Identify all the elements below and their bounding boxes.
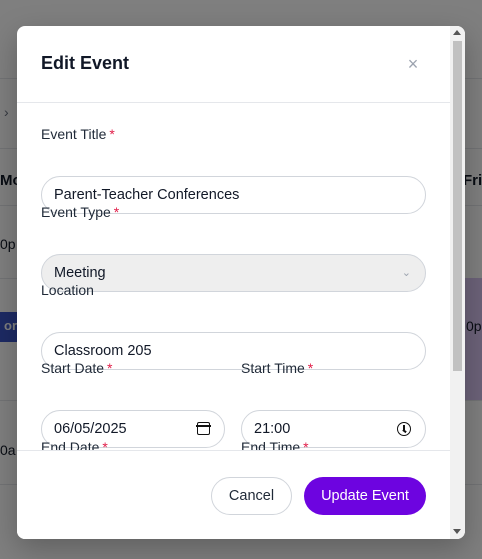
event-type-label: Event Type * (41, 204, 119, 220)
event-title-label: Event Title * (41, 126, 115, 142)
cancel-button[interactable]: Cancel (211, 477, 292, 515)
event-type-value: Meeting (54, 265, 106, 281)
start-time-label: Start Time * (241, 360, 313, 376)
required-mark: * (109, 126, 115, 142)
modal-body: Event Title * Parent-Teacher Conferences … (17, 104, 450, 450)
start-time-value: 21:00 (254, 421, 291, 437)
chevron-down-icon: ⌄ (401, 267, 411, 279)
label-text: Start Time (241, 360, 305, 376)
required-mark: * (102, 439, 108, 450)
start-date-label: Start Date * (41, 360, 112, 376)
label-text: End Time (241, 439, 301, 450)
required-mark: * (107, 360, 113, 376)
modal-header: Edit Event × (17, 26, 450, 103)
modal-title: Edit Event (41, 53, 130, 73)
clock-icon[interactable] (397, 422, 411, 436)
label-text: Event Title (41, 126, 107, 142)
end-date-label: End Date * (41, 439, 108, 450)
scroll-up-icon[interactable] (453, 30, 461, 35)
modal-scrollbar[interactable] (450, 26, 465, 539)
scroll-down-icon[interactable] (453, 529, 461, 534)
start-date-value: 06/05/2025 (54, 421, 127, 437)
label-text: Location (41, 282, 94, 298)
location-label: Location (41, 282, 94, 298)
event-type-select[interactable]: Meeting ⌄ (41, 254, 426, 292)
edit-event-modal: Edit Event × Event Title * Parent-Teacher… (17, 26, 465, 539)
required-mark: * (113, 204, 120, 220)
update-event-button[interactable]: Update Event (304, 477, 426, 515)
required-mark: * (303, 439, 309, 450)
label-text: Event Type (41, 204, 111, 220)
calendar-icon[interactable] (196, 422, 211, 435)
modal-footer: Cancel Update Event (17, 450, 450, 539)
required-mark: * (307, 360, 314, 376)
end-time-label: End Time * (241, 439, 309, 450)
label-text: End Date (41, 439, 100, 450)
scrollbar-thumb[interactable] (453, 41, 462, 371)
label-text: Start Date (41, 360, 105, 376)
close-icon[interactable]: × (403, 53, 423, 75)
